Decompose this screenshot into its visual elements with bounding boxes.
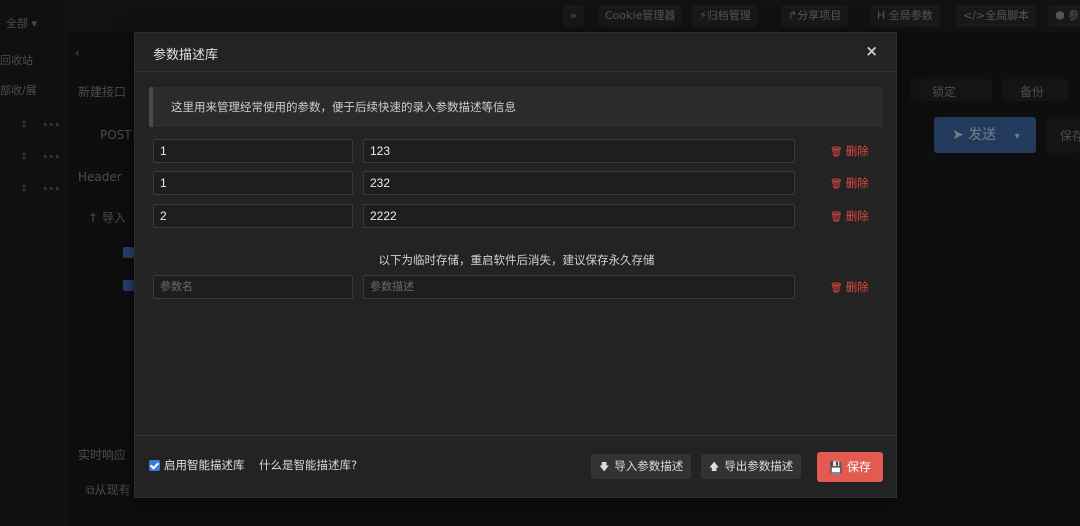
arrow-up-icon: 🡅 [709,462,720,473]
param-desc-input[interactable]: 232 [363,171,795,195]
delete-button[interactable]: 🗑 删除 [830,208,869,224]
trash-icon: 🗑 [830,179,843,190]
delete-label: 删除 [845,209,869,223]
param-name-input[interactable]: 1 [153,139,353,163]
temporary-storage-note: 以下为临时存储，重启软件后消失，建议保存永久存储 [378,253,655,267]
floppy-icon: 💾 [829,461,843,474]
arrow-down-icon: 🡇 [599,462,610,473]
delete-label: 删除 [845,280,869,294]
enable-smart-library-label[interactable]: 启用智能描述库 [164,457,245,473]
export-params-button[interactable]: 🡅 导出参数描述 [701,454,802,479]
delete-button[interactable]: 🗑 删除 [830,143,869,159]
save-button[interactable]: 💾 保存 [817,452,883,482]
trash-icon: 🗑 [830,147,843,158]
info-text: 这里用来管理经常使用的参数，便于后续快速的录入参数描述等信息 [171,100,516,114]
delete-button[interactable]: 🗑 删除 [830,279,869,295]
modal-header: 参数描述库 × [135,33,896,72]
param-name-input[interactable]: 2 [153,204,353,228]
param-desc-input[interactable]: 123 [363,139,795,163]
new-param-name-input[interactable]: 参数名 [153,275,353,299]
param-desc-input[interactable]: 2222 [363,204,795,228]
delete-button[interactable]: 🗑 删除 [830,175,869,191]
modal-footer: 启用智能描述库 什么是智能描述库? 🡇 导入参数描述 🡅 导出参数描述 💾 保存 [135,435,896,497]
what-is-smart-library-link[interactable]: 什么是智能描述库? [259,457,357,473]
new-param-desc-input[interactable]: 参数描述 [363,275,795,299]
modal-title: 参数描述库 [153,48,219,63]
info-alert: 这里用来管理经常使用的参数，便于后续快速的录入参数描述等信息 [149,87,883,127]
delete-label: 删除 [845,144,869,158]
trash-icon: 🗑 [830,283,843,294]
save-label: 保存 [846,460,871,474]
close-icon[interactable]: × [865,42,878,60]
trash-icon: 🗑 [830,212,843,223]
param-library-modal: 参数描述库 × 这里用来管理经常使用的参数，便于后续快速的录入参数描述等信息 1… [134,32,897,498]
enable-smart-library-checkbox[interactable] [149,460,160,471]
import-params-button[interactable]: 🡇 导入参数描述 [591,454,692,479]
delete-label: 删除 [845,176,869,190]
export-params-label: 导出参数描述 [724,459,794,473]
param-name-input[interactable]: 1 [153,171,353,195]
import-params-label: 导入参数描述 [614,459,684,473]
